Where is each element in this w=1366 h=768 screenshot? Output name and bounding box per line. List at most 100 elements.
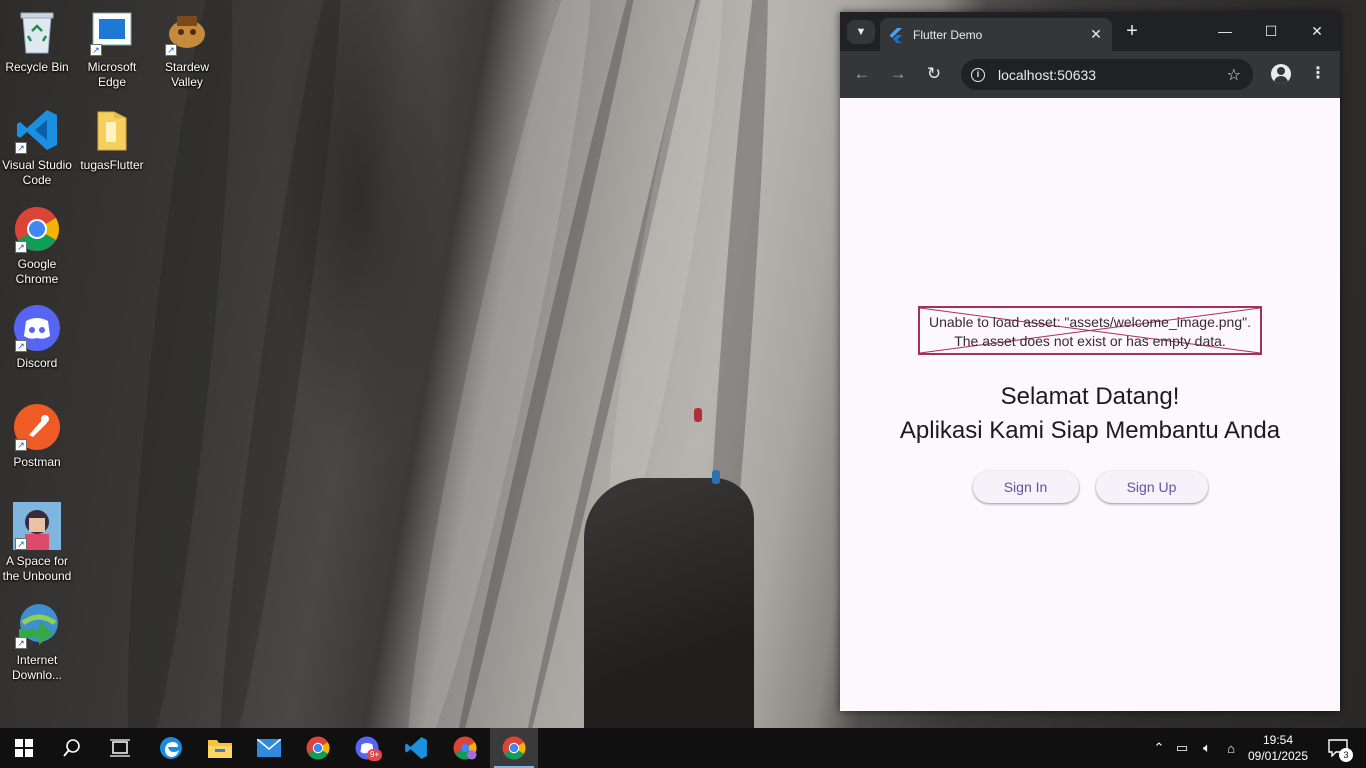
desktop-icon-internet-download-manager[interactable]: ↗ Internet Downlo... — [0, 601, 74, 683]
desktop-icon-tugasflutter[interactable]: tugasFlutter — [75, 106, 149, 173]
taskbar-search-button[interactable] — [48, 728, 96, 768]
taskbar-chrome-active[interactable] — [490, 728, 538, 768]
file-explorer-icon — [208, 740, 232, 758]
taskbar-chrome-profile[interactable] — [441, 728, 489, 768]
desktop-icon-label: Visual Studio Code — [2, 158, 72, 187]
taskbar-edge[interactable] — [147, 728, 195, 768]
new-tab-button[interactable]: + — [1122, 21, 1142, 41]
postman-icon: ↗ — [13, 403, 61, 451]
sign-up-button[interactable]: Sign Up — [1095, 471, 1208, 503]
network-icon[interactable]: ⌂ — [1220, 728, 1242, 768]
flutter-icon — [888, 27, 904, 43]
desktop-icon-label: Discord — [16, 356, 58, 370]
shortcut-arrow-icon: ↗ — [15, 142, 27, 154]
url-text: localhost:50633 — [998, 66, 1097, 83]
start-button[interactable] — [0, 728, 48, 768]
kebab-menu-icon[interactable]: ⋮ — [1310, 64, 1326, 86]
climber-blue — [712, 470, 720, 484]
system-clock[interactable]: 19:54 09/01/2025 — [1242, 732, 1314, 764]
tab-flutter-demo[interactable]: Flutter Demo ✕ — [880, 18, 1112, 51]
chrome-icon: ↗ — [13, 205, 61, 253]
desktop-icon-label: Postman — [13, 455, 61, 469]
back-arrow-icon: ← — [853, 64, 871, 83]
discord-icon: ↗ — [13, 304, 61, 352]
desktop-icon-label: A Space for the Unbound — [2, 554, 72, 583]
image-error-placeholder: Unable to load asset: "assets/welcome_im… — [918, 306, 1262, 355]
vscode-icon — [405, 737, 427, 759]
reload-icon: ↻ — [926, 64, 942, 83]
tab-search-button[interactable]: ▼ — [847, 20, 875, 44]
tab-title: Flutter Demo — [913, 27, 983, 42]
stardew-valley-icon: ↗ — [163, 8, 211, 56]
reload-button[interactable]: ↻ — [923, 63, 945, 85]
volume-icon[interactable]: 🔈︎ — [1196, 728, 1218, 768]
internet-download-manager-icon: ↗ — [13, 601, 61, 649]
shortcut-arrow-icon: ↗ — [15, 538, 27, 550]
desktop-icon-postman[interactable]: ↗ Postman — [0, 403, 74, 470]
minimize-button[interactable]: — — [1210, 20, 1240, 42]
profile-avatar-icon[interactable] — [1271, 64, 1291, 84]
clock-date: 09/01/2025 — [1247, 749, 1309, 763]
maximize-button[interactable]: ☐ — [1256, 20, 1286, 42]
sign-in-button[interactable]: Sign In — [972, 471, 1079, 503]
climber-red — [694, 408, 702, 422]
taskbar: 9+ ⌃ ▭ 🔈︎ ⌂ 19:54 09/01/2025 3 — [0, 728, 1366, 768]
vscode-icon: ↗ — [13, 106, 61, 154]
task-view-button[interactable] — [96, 728, 144, 768]
clock-time: 19:54 — [1262, 733, 1294, 747]
taskbar-file-explorer[interactable] — [196, 728, 244, 768]
desktop-icon-label: Stardew Valley — [164, 60, 210, 89]
browser-toolbar: ← → ↻ i localhost:50633 ☆ ⋮ — [840, 51, 1340, 98]
welcome-heading: Selamat Datang! — [1000, 383, 1180, 410]
desktop-icon-a-space-for-the-unbound[interactable]: ↗ A Space for the Unbound — [0, 502, 74, 584]
back-button[interactable]: ← — [851, 63, 873, 85]
action-center-button[interactable]: 3 — [1318, 728, 1358, 768]
edge-icon — [160, 737, 182, 759]
close-tab-icon[interactable]: ✕ — [1088, 26, 1104, 43]
desktop-icon-stardew-valley[interactable]: ↗ Stardew Valley — [150, 8, 224, 90]
discord-badge: 9+ — [367, 749, 383, 761]
forward-arrow-icon: → — [889, 64, 907, 83]
bookmark-star-icon[interactable]: ☆ — [1227, 65, 1241, 85]
taskbar-chrome[interactable] — [294, 728, 342, 768]
auth-buttons: Sign In Sign Up — [840, 471, 1340, 503]
error-message: Unable to load asset: "assets/welcome_im… — [920, 308, 1260, 351]
desktop-icon-visual-studio-code[interactable]: ↗ Visual Studio Code — [0, 106, 74, 188]
chrome-profile-icon — [453, 736, 477, 760]
address-bar[interactable]: i localhost:50633 ☆ — [961, 59, 1253, 90]
shortcut-arrow-icon: ↗ — [15, 241, 27, 253]
flutter-page: Unable to load asset: "assets/welcome_im… — [840, 98, 1340, 711]
taskbar-vscode[interactable] — [392, 728, 440, 768]
forward-button[interactable]: → — [887, 63, 909, 85]
tab-strip: ▼ Flutter Demo ✕ + — ☐ ✕ — [840, 12, 1340, 51]
desktop-icon-label: Recycle Bin — [5, 60, 69, 74]
desktop-icon-label: Microsoft Edge — [87, 60, 137, 89]
chevron-down-icon: ▼ — [855, 26, 867, 38]
shortcut-arrow-icon: ↗ — [165, 44, 177, 56]
desktop-icon-google-chrome[interactable]: ↗ Google Chrome — [0, 205, 74, 287]
desktop-icon-microsoft-edge[interactable]: ↗ Microsoft Edge — [75, 8, 149, 90]
taskbar-mail[interactable] — [245, 728, 293, 768]
chrome-icon — [306, 736, 330, 760]
taskbar-discord[interactable]: 9+ — [343, 728, 391, 768]
shortcut-arrow-icon: ↗ — [15, 340, 27, 352]
desktop-icon-recycle-bin[interactable]: Recycle Bin — [0, 8, 74, 75]
show-hidden-icons-button[interactable]: ⌃ — [1148, 728, 1170, 768]
chevron-up-icon: ⌃ — [1153, 740, 1165, 755]
recycle-bin-icon — [13, 8, 61, 56]
site-info-icon[interactable]: i — [971, 67, 985, 82]
windows-logo-icon — [15, 739, 33, 757]
task-view-icon — [110, 739, 130, 757]
shortcut-arrow-icon: ↗ — [15, 439, 27, 451]
search-icon — [63, 739, 80, 757]
chrome-window: ▼ Flutter Demo ✕ + — ☐ ✕ ← → ↻ i localho… — [840, 12, 1340, 711]
mail-icon — [257, 739, 281, 757]
welcome-text: Selamat Datang! Aplikasi Kami Siap Memba… — [840, 380, 1340, 448]
close-window-button[interactable]: ✕ — [1302, 20, 1332, 42]
folder-icon — [88, 106, 136, 154]
desktop-icon-label: Google Chrome — [15, 257, 59, 286]
desktop-icon-discord[interactable]: ↗ Discord — [0, 304, 74, 371]
battery-icon[interactable]: ▭ — [1172, 728, 1192, 768]
rock-ledge — [584, 478, 754, 728]
welcome-subheading: Aplikasi Kami Siap Membantu Anda — [899, 417, 1281, 444]
